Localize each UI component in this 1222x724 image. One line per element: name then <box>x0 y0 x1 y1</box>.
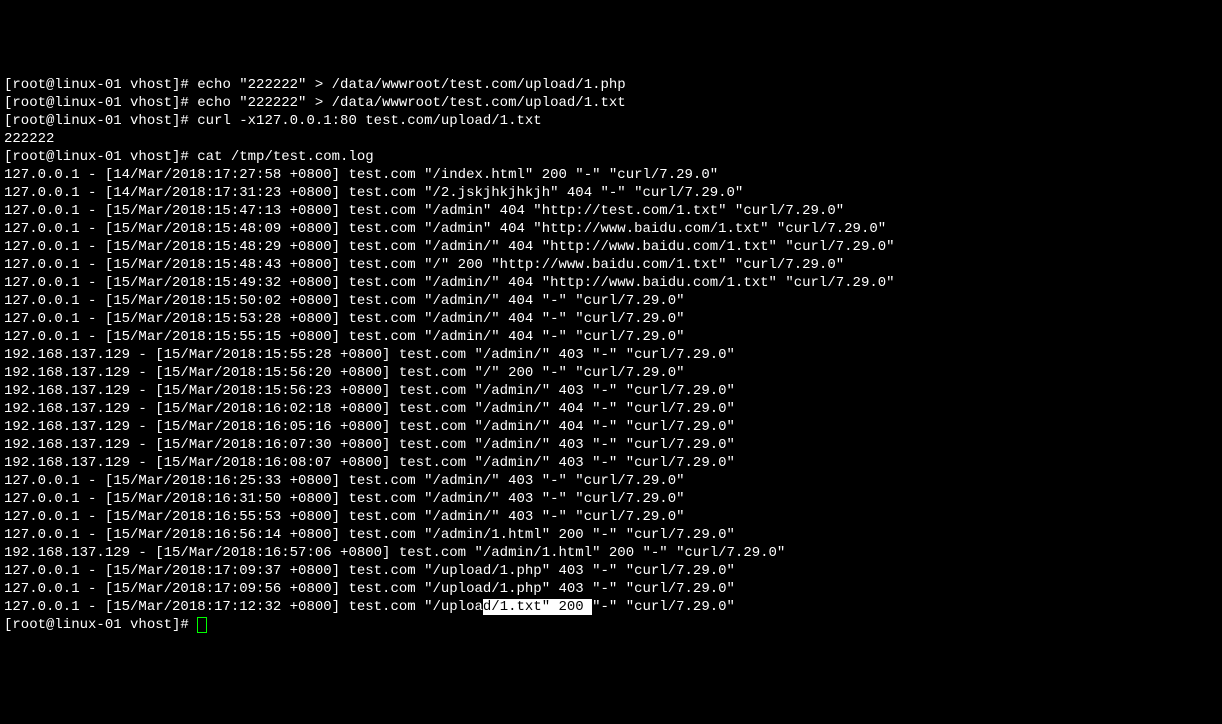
log-line: 127.0.0.1 - [14/Mar/2018:17:27:58 +0800]… <box>4 166 1218 184</box>
log-line: 127.0.0.1 - [15/Mar/2018:15:47:13 +0800]… <box>4 202 1218 220</box>
command-text: echo "222222" > /data/wwwroot/test.com/u… <box>197 77 625 93</box>
cursor-icon <box>197 617 207 633</box>
log-line: 127.0.0.1 - [15/Mar/2018:17:09:56 +0800]… <box>4 580 1218 598</box>
log-line: 127.0.0.1 - [14/Mar/2018:17:31:23 +0800]… <box>4 184 1218 202</box>
log-line: 192.168.137.129 - [15/Mar/2018:16:02:18 … <box>4 400 1218 418</box>
log-line: 192.168.137.129 - [15/Mar/2018:15:56:23 … <box>4 382 1218 400</box>
log-line: 192.168.137.129 - [15/Mar/2018:16:05:16 … <box>4 418 1218 436</box>
command-line: [root@linux-01 vhost]# curl -x127.0.0.1:… <box>4 112 1218 130</box>
log-line: 192.168.137.129 - [15/Mar/2018:15:55:28 … <box>4 346 1218 364</box>
log-line: 127.0.0.1 - [15/Mar/2018:16:56:14 +0800]… <box>4 526 1218 544</box>
log-text-before: 127.0.0.1 - [15/Mar/2018:17:12:32 +0800]… <box>4 599 483 615</box>
prompt: [root@linux-01 vhost]# <box>4 113 197 129</box>
log-line: 127.0.0.1 - [15/Mar/2018:15:53:28 +0800]… <box>4 310 1218 328</box>
prompt: [root@linux-01 vhost]# <box>4 149 197 165</box>
command-line-current[interactable]: [root@linux-01 vhost]# <box>4 616 1218 634</box>
log-line: 192.168.137.129 - [15/Mar/2018:16:07:30 … <box>4 436 1218 454</box>
log-line: 192.168.137.129 - [15/Mar/2018:16:08:07 … <box>4 454 1218 472</box>
log-line: 127.0.0.1 - [15/Mar/2018:15:48:29 +0800]… <box>4 238 1218 256</box>
prompt: [root@linux-01 vhost]# <box>4 77 197 93</box>
highlighted-text: d/1.txt" 200 <box>483 599 592 615</box>
command-line: [root@linux-01 vhost]# cat /tmp/test.com… <box>4 148 1218 166</box>
log-line: 127.0.0.1 - [15/Mar/2018:15:48:09 +0800]… <box>4 220 1218 238</box>
log-line: 127.0.0.1 - [15/Mar/2018:16:55:53 +0800]… <box>4 508 1218 526</box>
command-text: echo "222222" > /data/wwwroot/test.com/u… <box>197 95 625 111</box>
terminal-output[interactable]: [root@linux-01 vhost]# echo "222222" > /… <box>4 76 1218 634</box>
log-line: 192.168.137.129 - [15/Mar/2018:16:57:06 … <box>4 544 1218 562</box>
log-line: 127.0.0.1 - [15/Mar/2018:15:55:15 +0800]… <box>4 328 1218 346</box>
command-text: cat /tmp/test.com.log <box>197 149 373 165</box>
output-line: 222222 <box>4 130 1218 148</box>
log-line-highlighted: 127.0.0.1 - [15/Mar/2018:17:12:32 +0800]… <box>4 598 1218 616</box>
log-line: 127.0.0.1 - [15/Mar/2018:17:09:37 +0800]… <box>4 562 1218 580</box>
log-line: 127.0.0.1 - [15/Mar/2018:15:49:32 +0800]… <box>4 274 1218 292</box>
prompt: [root@linux-01 vhost]# <box>4 617 197 633</box>
log-line: 127.0.0.1 - [15/Mar/2018:16:31:50 +0800]… <box>4 490 1218 508</box>
prompt: [root@linux-01 vhost]# <box>4 95 197 111</box>
command-line: [root@linux-01 vhost]# echo "222222" > /… <box>4 76 1218 94</box>
log-line: 127.0.0.1 - [15/Mar/2018:15:50:02 +0800]… <box>4 292 1218 310</box>
command-text: curl -x127.0.0.1:80 test.com/upload/1.tx… <box>197 113 541 129</box>
log-line: 127.0.0.1 - [15/Mar/2018:16:25:33 +0800]… <box>4 472 1218 490</box>
log-line: 127.0.0.1 - [15/Mar/2018:15:48:43 +0800]… <box>4 256 1218 274</box>
log-text-after: "-" "curl/7.29.0" <box>592 599 735 615</box>
command-line: [root@linux-01 vhost]# echo "222222" > /… <box>4 94 1218 112</box>
log-line: 192.168.137.129 - [15/Mar/2018:15:56:20 … <box>4 364 1218 382</box>
